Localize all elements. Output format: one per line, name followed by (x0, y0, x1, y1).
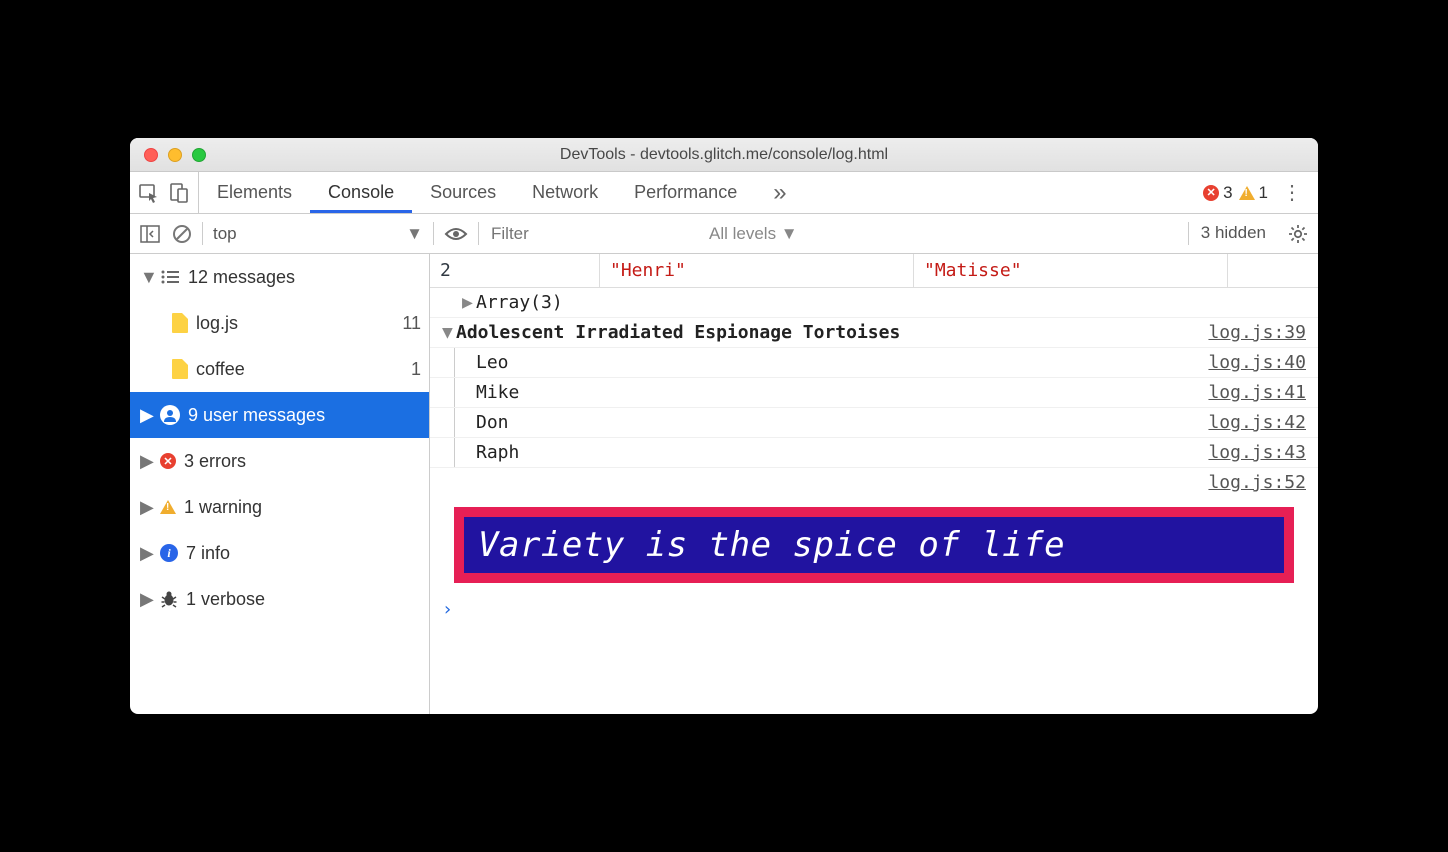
list-icon (160, 269, 180, 285)
sidebar-file-name: log.js (196, 313, 238, 334)
console-group-item[interactable]: Mike log.js:41 (430, 378, 1318, 408)
sidebar-file-count: 1 (411, 359, 421, 380)
console-group-item[interactable]: Don log.js:42 (430, 408, 1318, 438)
user-icon (160, 405, 180, 425)
chevron-right-icon: ▶ (140, 543, 152, 564)
console-group-header[interactable]: ▼ Adolescent Irradiated Espionage Tortoi… (430, 318, 1318, 348)
titlebar: DevTools - devtools.glitch.me/console/lo… (130, 138, 1318, 172)
sidebar-item-warnings[interactable]: ▶ 1 warning (130, 484, 429, 530)
table-row[interactable]: 2 "Henri" "Matisse" (430, 254, 1318, 288)
chevron-down-icon: ▼ (406, 224, 423, 244)
console-line-blank[interactable]: log.js:52 (430, 468, 1318, 497)
live-expression-icon[interactable] (444, 226, 468, 242)
sidebar-errors-label: 3 errors (184, 451, 246, 472)
chevron-right-icon: ▶ (140, 451, 152, 472)
source-link[interactable]: log.js:40 (1208, 352, 1306, 373)
device-toggle-icon[interactable] (170, 182, 190, 204)
chevron-right-icon: ▶ (462, 292, 476, 313)
inspect-tools (130, 172, 199, 213)
sidebar-verbose-label: 1 verbose (186, 589, 265, 610)
console-group-item[interactable]: Leo log.js:40 (430, 348, 1318, 378)
hidden-count[interactable]: 3 hidden (1188, 222, 1278, 245)
table-cell-last: "Matisse" (914, 254, 1228, 287)
log-text: Mike (476, 382, 519, 403)
sidebar-file-coffee[interactable]: coffee 1 (130, 346, 429, 392)
array-label: Array(3) (476, 292, 563, 313)
log-level-selector[interactable]: All levels ▼ (709, 224, 798, 244)
sidebar-item-user[interactable]: ▶ 9 user messages (130, 392, 429, 438)
context-selector[interactable]: top ▼ (203, 214, 433, 253)
sidebar-user-label: 9 user messages (188, 405, 325, 426)
toggle-sidebar-icon[interactable] (140, 225, 160, 243)
table-cell-index: 2 (430, 254, 600, 287)
group-title: Adolescent Irradiated Espionage Tortoise… (456, 322, 900, 343)
log-text: Don (476, 412, 509, 433)
console-prompt[interactable]: › (430, 593, 1318, 626)
table-cell-empty (1228, 254, 1318, 287)
warning-icon (1239, 186, 1255, 200)
log-text: Raph (476, 442, 519, 463)
file-icon (172, 359, 188, 379)
sidebar-item-verbose[interactable]: ▶ 1 verbose (130, 576, 429, 622)
sidebar-item-messages[interactable]: ▼ 12 messages (130, 254, 429, 300)
sidebar-item-info[interactable]: ▶ i 7 info (130, 530, 429, 576)
error-icon: ✕ (160, 453, 176, 469)
source-link[interactable]: log.js:43 (1208, 442, 1306, 463)
warning-count: 1 (1259, 183, 1268, 203)
source-link[interactable]: log.js:42 (1208, 412, 1306, 433)
devtools-menu-icon[interactable]: ⋮ (1274, 180, 1310, 205)
sidebar-messages-label: 12 messages (188, 267, 295, 288)
sidebar-file-count: 11 (402, 313, 421, 334)
error-icon: ✕ (1203, 185, 1219, 201)
sidebar-info-label: 7 info (186, 543, 230, 564)
chevron-down-icon: ▼ (442, 322, 456, 343)
chevron-down-icon: ▼ (140, 267, 152, 288)
info-icon: i (160, 544, 178, 562)
chevron-right-icon: ▶ (140, 589, 152, 610)
tab-elements[interactable]: Elements (199, 172, 310, 213)
context-label: top (213, 224, 237, 244)
console-output: 2 "Henri" "Matisse" ▶ Array(3) ▼ Adolesc… (430, 254, 1318, 714)
sidebar-file-name: coffee (196, 359, 245, 380)
console-sidebar: ▼ 12 messages log.js 11 coffee 1 ▶ (130, 254, 430, 714)
chevron-right-icon: ▶ (140, 405, 152, 426)
clear-console-icon[interactable] (172, 224, 192, 244)
source-link[interactable]: log.js:39 (1208, 322, 1306, 343)
tab-performance[interactable]: Performance (616, 172, 755, 213)
tab-strip: Elements Console Sources Network Perform… (130, 172, 1318, 214)
tab-network[interactable]: Network (514, 172, 616, 213)
window-title: DevTools - devtools.glitch.me/console/lo… (130, 146, 1318, 164)
source-link[interactable]: log.js:52 (1208, 472, 1306, 493)
tab-console[interactable]: Console (310, 172, 412, 213)
devtools-window: DevTools - devtools.glitch.me/console/lo… (130, 138, 1318, 714)
log-text: Leo (476, 352, 509, 373)
warning-icon (160, 500, 176, 514)
styled-log: Variety is the spice of life (454, 507, 1294, 583)
sidebar-file-logjs[interactable]: log.js 11 (130, 300, 429, 346)
tab-overflow[interactable]: » (755, 172, 804, 213)
file-icon (172, 313, 188, 333)
error-count-badge[interactable]: ✕ 3 (1203, 183, 1232, 203)
tab-list: Elements Console Sources Network Perform… (199, 172, 805, 213)
console-line-array[interactable]: ▶ Array(3) (430, 288, 1318, 318)
tab-sources[interactable]: Sources (412, 172, 514, 213)
table-cell-first: "Henri" (600, 254, 914, 287)
console-toolbar: top ▼ All levels ▼ 3 hidden (130, 214, 1318, 254)
source-link[interactable]: log.js:41 (1208, 382, 1306, 403)
chevron-right-icon: ▶ (140, 497, 152, 518)
console-group-item[interactable]: Raph log.js:43 (430, 438, 1318, 468)
sidebar-item-errors[interactable]: ▶ ✕ 3 errors (130, 438, 429, 484)
inspect-element-icon[interactable] (138, 182, 160, 204)
error-count: 3 (1223, 183, 1232, 203)
sidebar-warnings-label: 1 warning (184, 497, 262, 518)
settings-icon[interactable] (1278, 224, 1318, 244)
bug-icon (160, 590, 178, 608)
filter-input[interactable] (489, 221, 689, 247)
warning-count-badge[interactable]: 1 (1239, 183, 1268, 203)
